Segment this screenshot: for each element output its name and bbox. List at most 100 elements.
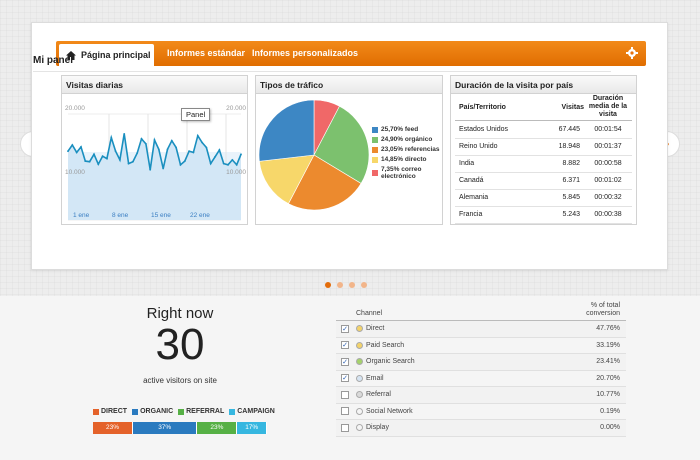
- tab-custom-reports[interactable]: Informes personalizados: [252, 41, 358, 66]
- channel-share-segment: 23%: [93, 422, 134, 434]
- daily-visits-point: [114, 150, 117, 153]
- channel-share-bar: 23% 37% 23% 17%: [93, 422, 267, 434]
- col-country: País/Territorio: [459, 103, 506, 111]
- daily-visits-point: [136, 152, 139, 154]
- channel-checkbox[interactable]: ✓: [341, 374, 349, 383]
- channel-legend: DIRECT ORGANIC REFERRAL CAMPAIGN: [93, 408, 275, 415]
- duration-table-header: País/Territorio Visitas Duración media d…: [455, 94, 632, 121]
- col-duration: Duración media de la visita: [588, 95, 628, 118]
- daily-visits-point: [119, 158, 121, 161]
- visits-cell: 8.882: [542, 155, 584, 173]
- channel-name: Social Network: [366, 407, 413, 415]
- carousel-dot[interactable]: [361, 282, 367, 288]
- tab-home[interactable]: Página principal: [59, 44, 154, 66]
- channel-legend-item: DIRECT: [93, 408, 127, 415]
- channel-conversion-value: 47.76%: [596, 325, 620, 333]
- country-cell: Alemania: [455, 189, 542, 207]
- x-axis-tick-1: 1 ene: [73, 212, 90, 219]
- active-visitors-label: active visitors on site: [143, 376, 217, 385]
- x-axis-tick-3: 15 ene: [151, 212, 171, 219]
- channel-checkbox[interactable]: ✓: [341, 341, 349, 350]
- gear-icon[interactable]: [626, 47, 638, 59]
- carousel-dot[interactable]: [337, 282, 343, 288]
- table-row: Reino Unido 18.948 00:01:37: [455, 138, 632, 156]
- tab-standard-reports[interactable]: Informes estándar: [167, 41, 245, 66]
- country-cell: Estados Unidos: [455, 121, 542, 139]
- daily-visits-point: [106, 157, 108, 160]
- active-visitors-count: 30: [155, 320, 205, 369]
- channel-checkbox[interactable]: [341, 390, 349, 399]
- daily-visits-point: [140, 137, 143, 140]
- channel-legend-label: ORGANIC: [140, 408, 174, 415]
- y-axis-tick-right-top: 20.000: [226, 105, 246, 112]
- visit-duration-title: Duración de la visita por país: [451, 76, 636, 94]
- legend-label: 25,70% feed: [381, 126, 419, 133]
- conversion-row: ✓ Direct 47.76%: [336, 321, 626, 338]
- channel-legend-label: DIRECT: [101, 408, 128, 415]
- channel-checkbox[interactable]: ✓: [341, 324, 349, 333]
- traffic-types-widget: Tipos de tráfico 25,70% feed 24,90% orgán…: [255, 75, 443, 225]
- daily-visits-point: [222, 162, 225, 165]
- daily-visits-point: [188, 150, 190, 153]
- channel-name: Organic Search: [366, 358, 415, 366]
- channel-checkbox[interactable]: [341, 407, 349, 416]
- country-cell: Canadá: [455, 172, 542, 190]
- duration-table: Estados Unidos 67.445 00:01:54 Reino Unido 1…: [455, 121, 632, 224]
- pie-slice-feed[interactable]: [258, 99, 315, 162]
- channel-share-segment: 17%: [237, 422, 267, 434]
- conversion-row: ✓ Organic Search 23.41%: [336, 354, 626, 371]
- x-axis-tick-4: 22 ene: [190, 212, 210, 219]
- channel-name: Email: [366, 374, 384, 382]
- daily-visits-point: [127, 162, 130, 165]
- daily-visits-point: [93, 153, 95, 156]
- channel-legend-label: CAMPAIGN: [237, 408, 275, 415]
- traffic-pie-chart: [258, 99, 370, 211]
- carousel-dot[interactable]: [349, 282, 355, 288]
- channel-checkbox[interactable]: [341, 423, 349, 432]
- channel-legend-item: CAMPAIGN: [229, 408, 275, 415]
- table-row: Alemania 5.845 00:00:32: [455, 189, 632, 207]
- table-row: Estados Unidos 67.445 00:01:54: [455, 121, 632, 139]
- channel-color-dot: [356, 391, 363, 399]
- table-row: Francia 5.243 00:00:38: [455, 206, 632, 224]
- daily-visits-point: [67, 150, 69, 153]
- channel-color-dot: [356, 325, 363, 333]
- legend-item: 7,35% correo electrónico: [372, 166, 442, 180]
- visit-duration-widget: Duración de la visita por país País/Terr…: [450, 75, 637, 225]
- daily-visits-point: [179, 163, 182, 166]
- legend-swatch: [372, 136, 378, 143]
- daily-visits-point: [153, 139, 156, 141]
- visits-cell: 18.948: [542, 138, 584, 156]
- x-axis-tick-2: 8 ene: [112, 212, 129, 219]
- daily-visits-point: [175, 146, 178, 149]
- duration-cell: 00:01:54: [584, 121, 632, 139]
- traffic-legend: 25,70% feed 24,90% orgánico 23,05% referen…: [372, 126, 442, 183]
- visits-cell: 5.845: [542, 189, 584, 207]
- daily-visits-point: [162, 167, 165, 170]
- table-row: Canadá 6.371 00:01:02: [455, 172, 632, 190]
- daily-visits-point: [183, 160, 186, 163]
- carousel-dot[interactable]: [325, 282, 331, 288]
- channel-checkbox[interactable]: ✓: [341, 357, 349, 366]
- channel-legend-swatch: [93, 408, 99, 415]
- daily-visits-point: [80, 145, 82, 148]
- duration-cell: 00:00:58: [584, 155, 632, 173]
- legend-label: 24,90% orgánico: [381, 136, 433, 143]
- daily-visits-point: [110, 136, 113, 139]
- daily-visits-point: [71, 144, 74, 146]
- daily-visits-point: [240, 153, 242, 156]
- daily-visits-point: [218, 149, 221, 151]
- conversion-table-header: Channel % of total conversion: [336, 301, 626, 321]
- traffic-types-title: Tipos de tráfico: [256, 76, 442, 94]
- channel-conversion-value: 0.00%: [600, 424, 620, 432]
- country-cell: Francia: [455, 206, 542, 224]
- panel-tooltip: Panel: [181, 108, 211, 121]
- legend-item: 24,90% orgánico: [372, 136, 442, 143]
- legend-label: 23,05% referencias: [381, 146, 440, 153]
- channel-name: Direct: [366, 325, 385, 333]
- daily-visits-point: [84, 160, 87, 163]
- daily-visits-point: [144, 142, 147, 145]
- country-cell: Reino Unido: [455, 138, 542, 156]
- duration-cell: 00:01:37: [584, 138, 632, 156]
- daily-visits-point: [101, 155, 104, 158]
